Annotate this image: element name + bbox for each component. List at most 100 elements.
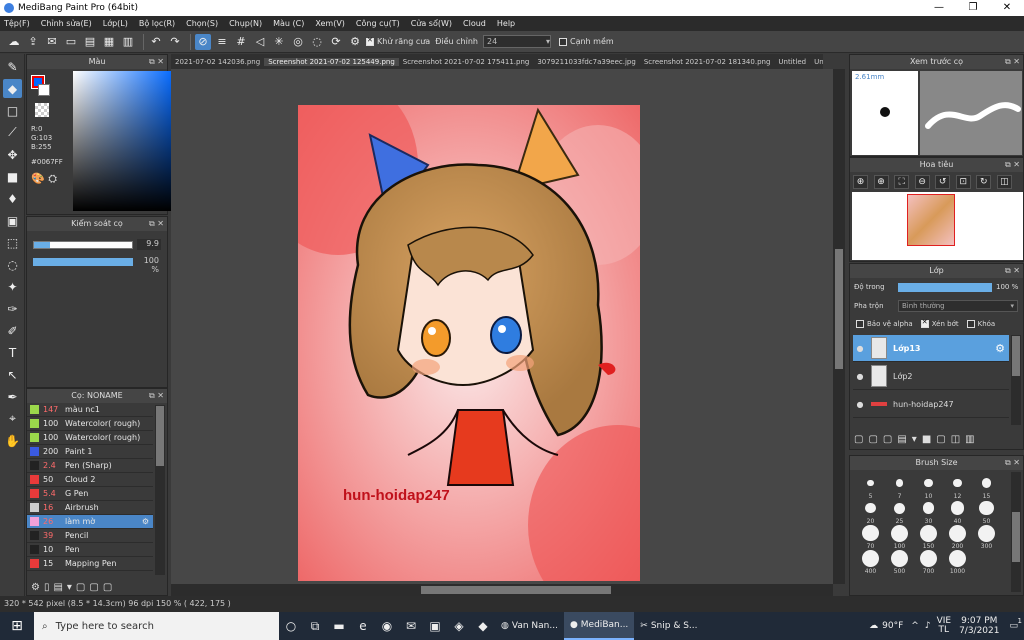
panel-close-icon[interactable]: ⧉ ✕ <box>1005 55 1020 69</box>
menu-cloud[interactable]: Cloud <box>463 19 486 28</box>
mail-icon[interactable]: ✉ <box>399 612 423 640</box>
smooth-checkbox[interactable] <box>558 37 567 46</box>
app-icon[interactable]: ◈ <box>447 612 471 640</box>
layer-row[interactable]: ● hun-hoidap247 <box>853 391 1009 418</box>
tab-document[interactable]: Screenshot 2021-07-02 181340.png <box>640 58 775 66</box>
volume-icon[interactable]: ♪ <box>925 621 931 631</box>
taskbar-app-chrome[interactable]: ◍ Van Nan... <box>495 612 564 640</box>
brush-size-option[interactable] <box>922 502 935 514</box>
weather-icon[interactable]: ☁ <box>869 621 878 631</box>
brush-tool-icon[interactable]: ✎ <box>3 57 22 76</box>
layer-opacity-slider[interactable] <box>898 283 992 292</box>
menu-layer[interactable]: Lớp(L) <box>103 19 128 28</box>
gear-icon[interactable]: ⚙ <box>347 34 363 50</box>
rotate-right-icon[interactable]: ↻ <box>976 175 992 189</box>
antialias-toggle[interactable]: Khử răng cưa <box>366 36 430 46</box>
taskbar-search[interactable]: ⌕ Type here to search <box>34 612 279 640</box>
visibility-icon[interactable]: ● <box>853 344 867 353</box>
edge-icon[interactable]: e <box>351 612 375 640</box>
scrollbar-thumb[interactable] <box>1012 336 1020 376</box>
store-icon[interactable]: ▣ <box>423 612 447 640</box>
menu-help[interactable]: Help <box>497 19 515 28</box>
cortana-icon[interactable]: ○ <box>279 612 303 640</box>
menu-select[interactable]: Chọn(S) <box>186 19 218 28</box>
select-pen-tool-icon[interactable]: ✑ <box>3 299 22 318</box>
layer-scrollbar[interactable] <box>1011 335 1021 425</box>
divide-tool-icon[interactable]: ✒ <box>3 387 22 406</box>
panel-close-icon[interactable]: ⧉ ✕ <box>1005 264 1020 278</box>
vertical-scrollbar[interactable] <box>833 69 845 584</box>
panel-close-icon[interactable]: ⧉ ✕ <box>1005 456 1020 470</box>
secondary-color-swatch[interactable] <box>38 84 50 96</box>
fit-icon[interactable]: ⛶ <box>894 175 910 189</box>
layer-row[interactable]: ● Lớp13 ⚙ <box>853 335 1009 362</box>
panel-close-icon[interactable]: ⧉ ✕ <box>149 389 164 403</box>
clock[interactable]: 9:07 PM 7/3/2021 <box>959 616 999 636</box>
brush-size-option[interactable] <box>950 501 965 515</box>
cloud-icon[interactable]: ☁ <box>6 34 22 50</box>
panel-close-icon[interactable]: ⧉ ✕ <box>149 55 164 69</box>
speech-icon[interactable]: ▭ <box>63 34 79 50</box>
brush-size-option[interactable] <box>891 549 908 567</box>
grid-snap-icon[interactable]: # <box>233 34 249 50</box>
menu-file[interactable]: Tệp(F) <box>4 19 30 28</box>
clipping-toggle[interactable]: Xén bớt <box>920 318 959 328</box>
tab-document[interactable]: Untitled <box>810 58 823 66</box>
brush-list-item[interactable]: 50 Cloud 2 <box>27 473 153 487</box>
select-tool-icon[interactable]: ⬚ <box>3 233 22 252</box>
gear-icon[interactable]: ⚙ <box>995 342 1005 355</box>
brush-list-item[interactable]: 200 Paint 1 <box>27 445 153 459</box>
gear-icon[interactable]: ⚙ <box>142 517 149 526</box>
brush-size-option[interactable] <box>920 524 937 542</box>
transparent-color-swatch[interactable] <box>35 103 49 117</box>
lock-toggle[interactable]: Khóa <box>966 320 995 328</box>
language-indicator[interactable]: VIE TL <box>937 617 952 635</box>
comment-icon[interactable]: ✉ <box>44 34 60 50</box>
brush-size-option[interactable] <box>895 479 904 487</box>
grid-icon[interactable]: ▥ <box>120 34 136 50</box>
saturation-value-picker[interactable] <box>73 71 175 211</box>
magic-wand-tool-icon[interactable]: ✦ <box>3 277 22 296</box>
scrollbar-thumb[interactable] <box>156 406 164 466</box>
perspective-snap-icon[interactable]: ◁ <box>252 34 268 50</box>
tab-document[interactable]: Untitled <box>774 58 810 66</box>
brush-size-option[interactable] <box>891 524 908 542</box>
menu-filter[interactable]: Bộ lọc(R) <box>139 19 175 28</box>
scrollbar-thumb[interactable] <box>1012 512 1020 562</box>
scrollbar-thumb[interactable] <box>421 586 611 594</box>
concentric-snap-icon[interactable]: ◎ <box>290 34 306 50</box>
brush-size-option[interactable] <box>920 549 937 567</box>
navigator-viewport[interactable] <box>907 194 955 246</box>
brush-list-item[interactable]: 147 màu nc1 <box>27 403 153 417</box>
dot-tool-icon[interactable]: ⟋ <box>3 123 22 142</box>
scrollbar-thumb[interactable] <box>835 249 843 369</box>
brush-list-item[interactable]: 100 Watercolor( rough) <box>27 431 153 445</box>
taskbar-app-medibang[interactable]: ● MediBan... <box>563 612 635 640</box>
gradient-tool-icon[interactable]: ▣ <box>3 211 22 230</box>
visibility-icon[interactable]: ● <box>853 372 867 381</box>
navigator-preview[interactable] <box>852 192 1023 260</box>
layer-actions[interactable]: ▢▢▢▤▾■▢◫▥ <box>854 434 980 445</box>
protect-alpha-toggle[interactable]: Bảo vệ alpha <box>856 320 913 328</box>
task-view-icon[interactable]: ⧉ <box>303 612 327 640</box>
canvas-workspace[interactable]: hun-hoidap247 <box>171 69 833 584</box>
lasso-tool-icon[interactable]: ◌ <box>3 255 22 274</box>
undo-icon[interactable]: ↶ <box>148 34 164 50</box>
brush-size-option[interactable] <box>949 549 966 567</box>
horizontal-scrollbar[interactable] <box>171 584 833 596</box>
menu-view[interactable]: Xem(V) <box>315 19 345 28</box>
brush-size-option[interactable] <box>862 549 879 567</box>
brush-size-slider[interactable] <box>33 241 133 249</box>
brush-size-option[interactable] <box>981 478 992 488</box>
text-tool-icon[interactable]: T <box>3 343 22 362</box>
close-button[interactable]: ✕ <box>990 0 1024 16</box>
brush-opacity-slider[interactable] <box>33 258 133 266</box>
media-icon[interactable]: ◉ <box>375 612 399 640</box>
weather-temp[interactable]: 90°F <box>882 621 903 631</box>
upload-icon[interactable]: ⇪ <box>25 34 41 50</box>
brush-list-actions[interactable]: ⚙▯▤▾▢▢▢ <box>31 582 116 593</box>
blend-mode-select[interactable]: Bình thường ▾ <box>898 300 1018 312</box>
menu-tools[interactable]: Công cụ(T) <box>356 19 400 28</box>
zoom-in-alt-icon[interactable]: ⊕ <box>873 175 889 189</box>
menu-window[interactable]: Cửa sổ(W) <box>411 19 452 28</box>
